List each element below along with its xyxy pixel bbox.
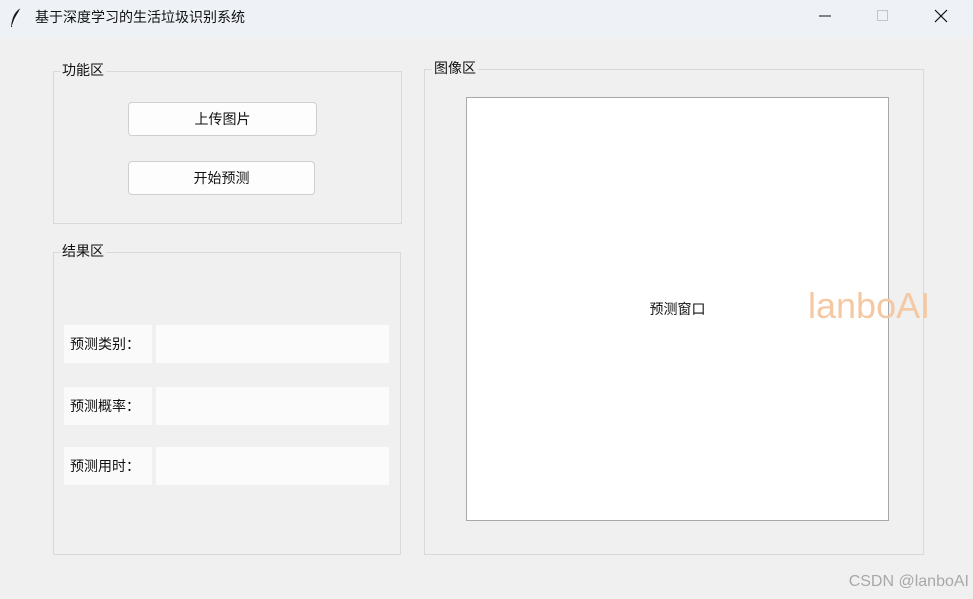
close-icon xyxy=(934,9,948,27)
predict-prob-field[interactable] xyxy=(156,387,389,425)
start-predict-button[interactable]: 开始预测 xyxy=(128,161,315,195)
window-title: 基于深度学习的生活垃圾识别系统 xyxy=(35,10,245,26)
image-panel-legend: 图像区 xyxy=(432,60,478,78)
maximize-button[interactable] xyxy=(854,0,912,36)
minimize-button[interactable] xyxy=(796,0,854,36)
predict-prob-label: 预测概率： xyxy=(64,387,152,425)
minimize-icon xyxy=(819,10,831,26)
canvas-placeholder-text: 预测窗口 xyxy=(649,302,706,318)
close-button[interactable] xyxy=(912,0,970,36)
predict-class-label: 预测类别： xyxy=(64,325,152,363)
function-panel-legend: 功能区 xyxy=(60,62,106,80)
brand-watermark: lanboAI xyxy=(808,285,931,326)
result-panel-legend: 结果区 xyxy=(60,243,106,261)
predict-time-label: 预测用时： xyxy=(64,447,152,485)
upload-image-button[interactable]: 上传图片 xyxy=(128,102,317,136)
predict-time-field[interactable] xyxy=(156,447,389,485)
csdn-watermark: CSDN @lanboAI xyxy=(848,573,969,590)
function-panel-frame xyxy=(53,71,402,224)
maximize-icon xyxy=(877,10,889,26)
title-bar: 基于深度学习的生活垃圾识别系统 xyxy=(0,0,973,38)
feather-icon xyxy=(9,7,23,29)
predict-class-field[interactable] xyxy=(156,325,389,363)
